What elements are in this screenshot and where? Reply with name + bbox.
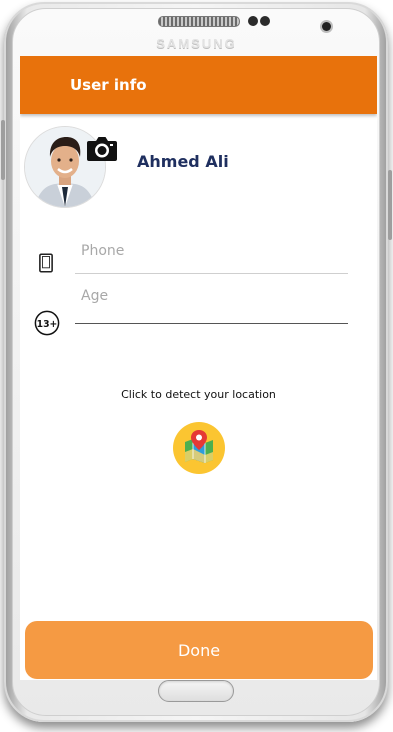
map-pin-icon — [185, 430, 213, 463]
earpiece-speaker — [158, 16, 240, 27]
page-title: User info — [70, 76, 147, 94]
user-name: Ahmed Ali — [137, 152, 229, 171]
app-bar: User info — [20, 56, 377, 114]
age-13plus-icon: 13+ — [34, 310, 60, 336]
age-field-row: 13+ — [20, 284, 377, 336]
location-prompt: Click to detect your location — [121, 388, 276, 401]
light-sensor — [260, 16, 270, 26]
phone-field-row — [20, 228, 377, 278]
screen: User info Ahmed Ali Phone 13+ Age Click … — [20, 56, 377, 680]
home-button[interactable] — [158, 680, 234, 702]
phone-icon — [39, 253, 53, 273]
volume-button — [1, 120, 5, 180]
brand-logo: SAMSUNG — [156, 36, 237, 51]
age-badge-text: 13+ — [37, 319, 58, 330]
phone-input[interactable] — [75, 238, 348, 274]
camera-icon[interactable] — [86, 134, 118, 162]
app-stage: SAMSUNG User info Ahmed Ali Phone 13+ Ag… — [0, 0, 393, 732]
proximity-sensor — [248, 16, 258, 26]
front-camera — [322, 22, 331, 31]
detect-location-button[interactable] — [173, 422, 225, 474]
power-button — [388, 170, 392, 240]
age-input[interactable] — [75, 284, 348, 324]
done-button[interactable]: Done — [25, 621, 373, 679]
